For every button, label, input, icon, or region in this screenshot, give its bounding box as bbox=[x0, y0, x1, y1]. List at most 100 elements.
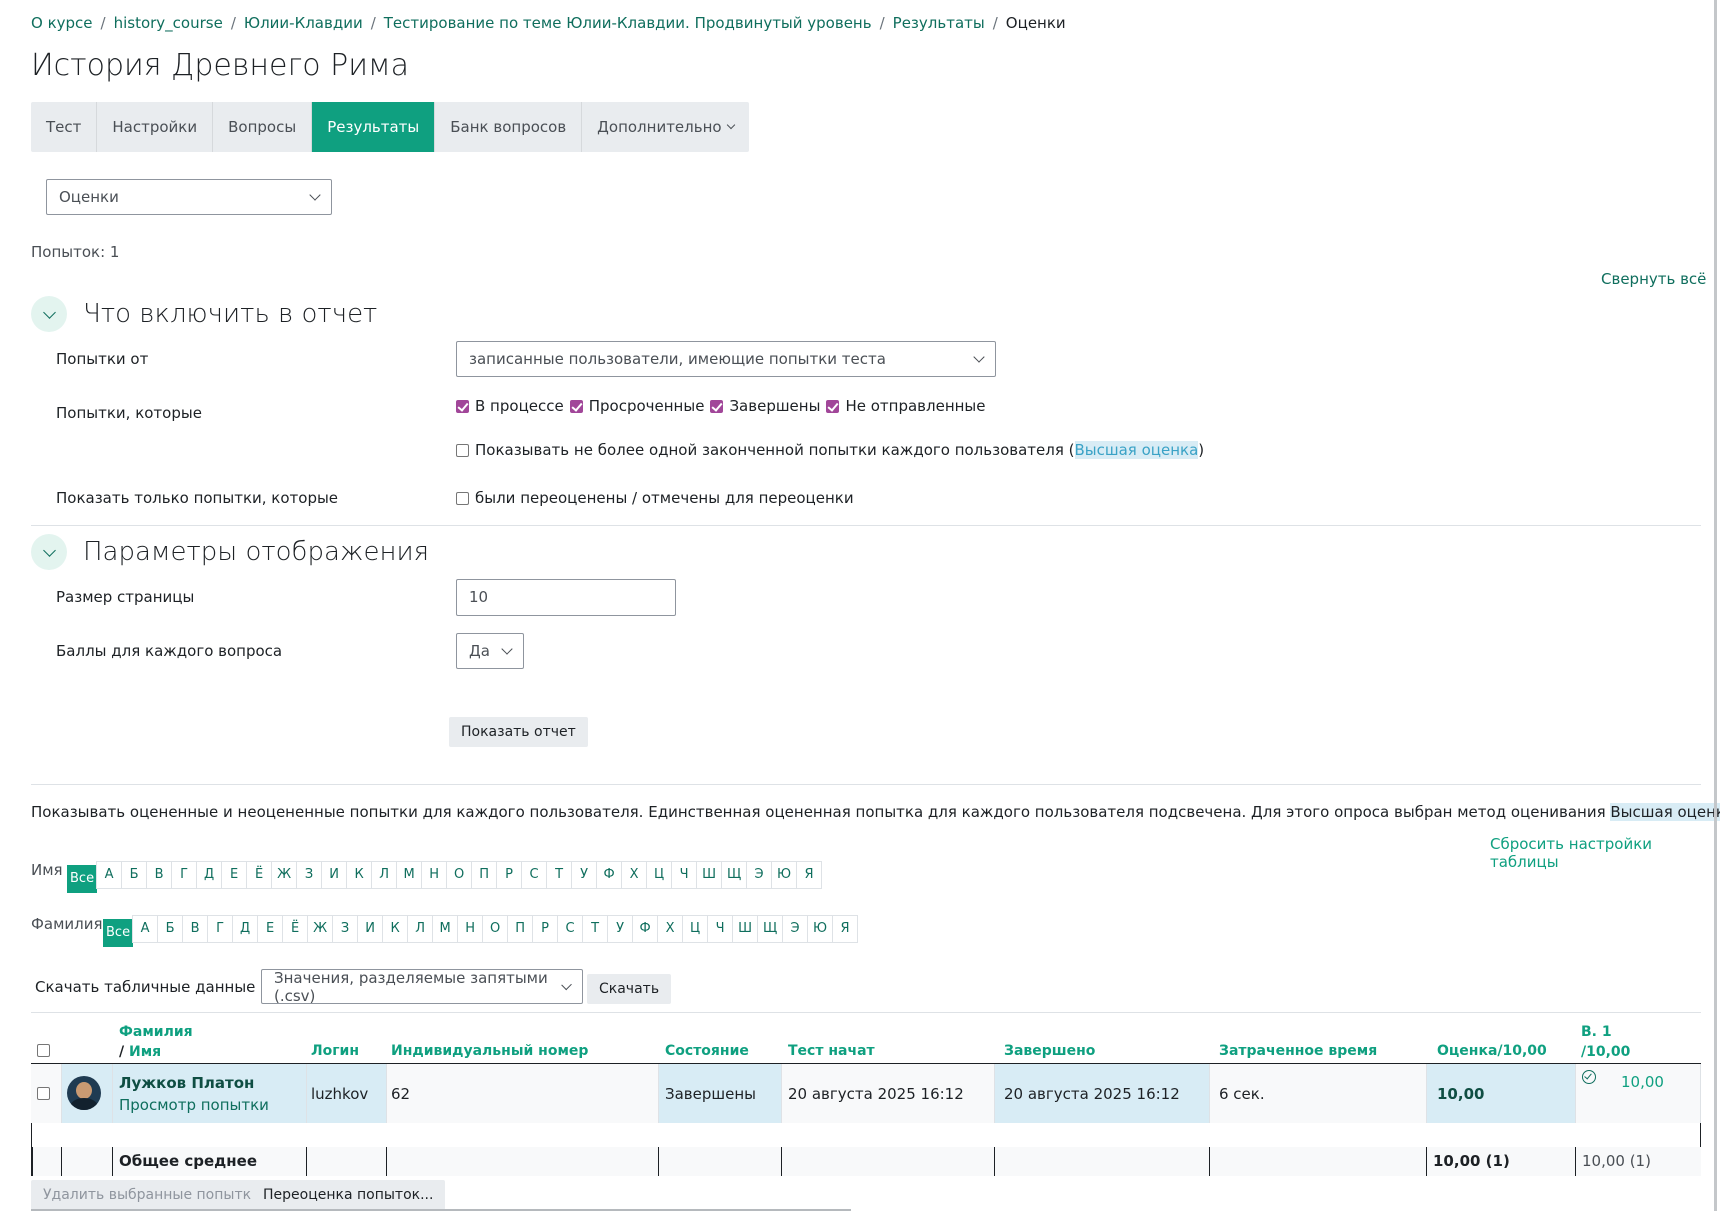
report-type-select[interactable]: Оценки bbox=[46, 179, 332, 215]
state-abandoned-checkbox[interactable] bbox=[826, 399, 840, 413]
lastname-initial-all[interactable]: Все bbox=[103, 919, 134, 947]
review-attempt-link[interactable]: Просмотр попытки bbox=[119, 1096, 269, 1114]
firstname-initial-letter[interactable]: А bbox=[96, 861, 123, 889]
lastname-initial-letter[interactable]: Б bbox=[157, 915, 184, 943]
section-include-header[interactable]: Что включить в отчет bbox=[31, 296, 377, 332]
header-duration[interactable]: Затраченное время bbox=[1219, 1043, 1377, 1059]
header-question-1[interactable]: В. 1 /10,00 bbox=[1581, 1022, 1630, 1062]
breadcrumb-history-course[interactable]: history_course bbox=[114, 14, 223, 32]
lastname-initial-letter[interactable]: Ф bbox=[632, 915, 659, 943]
lastname-initial-letter[interactable]: Ё bbox=[282, 915, 309, 943]
firstname-initial-letter[interactable]: З bbox=[296, 861, 323, 889]
header-state[interactable]: Состояние bbox=[665, 1043, 749, 1059]
firstname-initial-letter[interactable]: Ч bbox=[671, 861, 698, 889]
lastname-initial-letter[interactable]: А bbox=[132, 915, 159, 943]
lastname-initial-letter[interactable]: Ж bbox=[307, 915, 334, 943]
grading-info-method[interactable]: Высшая оценка bbox=[1610, 803, 1720, 821]
firstname-initial-letter[interactable]: И bbox=[321, 861, 348, 889]
firstname-initial-letter[interactable]: Т bbox=[546, 861, 573, 889]
lastname-initial-letter[interactable]: М bbox=[432, 915, 459, 943]
firstname-initial-letter[interactable]: Е bbox=[221, 861, 248, 889]
firstname-initial-all[interactable]: Все bbox=[67, 865, 98, 893]
delete-selected-button[interactable]: Удалить выбранные попытки bbox=[31, 1180, 273, 1210]
breadcrumb-course[interactable]: О курсе bbox=[31, 14, 93, 32]
collapse-all-link[interactable]: Свернуть всё bbox=[1601, 270, 1706, 288]
lastname-initial-letter[interactable]: Щ bbox=[757, 915, 784, 943]
lastname-initial-letter[interactable]: Я bbox=[832, 915, 859, 943]
lastname-initial-letter[interactable]: Ю bbox=[807, 915, 834, 943]
lastname-initial-letter[interactable]: Э bbox=[782, 915, 809, 943]
section-toggle[interactable] bbox=[31, 296, 67, 332]
breadcrumb-results[interactable]: Результаты bbox=[893, 14, 985, 32]
lastname-initial-letter[interactable]: П bbox=[507, 915, 534, 943]
tab-settings[interactable]: Настройки bbox=[97, 102, 214, 152]
vertical-scrollbar[interactable] bbox=[1714, 0, 1717, 1211]
firstname-initial-letter[interactable]: Г bbox=[171, 861, 198, 889]
firstname-initial-letter[interactable]: Р bbox=[496, 861, 523, 889]
lastname-initial-letter[interactable]: К bbox=[382, 915, 409, 943]
firstname-initial-letter[interactable]: М bbox=[396, 861, 423, 889]
lastname-initial-letter[interactable]: Т bbox=[582, 915, 609, 943]
firstname-initial-letter[interactable]: Ё bbox=[246, 861, 273, 889]
firstname-initial-letter[interactable]: Э bbox=[746, 861, 773, 889]
header-grade[interactable]: Оценка/10,00 bbox=[1437, 1043, 1547, 1059]
lastname-initial-letter[interactable]: Е bbox=[257, 915, 284, 943]
firstname-initial-letter[interactable]: Н bbox=[421, 861, 448, 889]
firstname-initial-letter[interactable]: Ю bbox=[771, 861, 798, 889]
firstname-initial-letter[interactable]: Д bbox=[196, 861, 223, 889]
one-attempt-checkbox[interactable] bbox=[456, 443, 469, 457]
firstname-initial-letter[interactable]: Я bbox=[796, 861, 823, 889]
select-all-checkbox[interactable] bbox=[37, 1044, 50, 1057]
lastname-initial-letter[interactable]: Д bbox=[232, 915, 259, 943]
firstname-initial-letter[interactable]: Б bbox=[121, 861, 148, 889]
tab-results[interactable]: Результаты bbox=[312, 102, 436, 152]
lastname-initial-letter[interactable]: И bbox=[357, 915, 384, 943]
header-login[interactable]: Логин bbox=[311, 1043, 359, 1059]
header-idnumber[interactable]: Индивидуальный номер bbox=[391, 1043, 588, 1059]
firstname-initial-letter[interactable]: У bbox=[571, 861, 598, 889]
firstname-initial-letter[interactable]: П bbox=[471, 861, 498, 889]
grading-method-link[interactable]: Высшая оценка bbox=[1074, 441, 1199, 459]
lastname-initial-letter[interactable]: Л bbox=[407, 915, 434, 943]
lastname-initial-letter[interactable]: Ц bbox=[682, 915, 709, 943]
show-report-button[interactable]: Показать отчет bbox=[449, 717, 588, 747]
reset-table-link[interactable]: Сбросить настройки таблицы bbox=[1490, 835, 1720, 871]
firstname-initial-letter[interactable]: Х bbox=[621, 861, 648, 889]
row-select-checkbox[interactable] bbox=[37, 1087, 50, 1100]
download-format-select[interactable]: Значения, разделяемые запятыми (.csv) bbox=[261, 969, 583, 1005]
firstname-initial-letter[interactable]: Ц bbox=[646, 861, 673, 889]
breadcrumb-section[interactable]: Юлии-Клавдии bbox=[244, 14, 363, 32]
tab-more[interactable]: Дополнительно bbox=[582, 102, 748, 152]
lastname-initial-letter[interactable]: З bbox=[332, 915, 359, 943]
tab-questions[interactable]: Вопросы bbox=[213, 102, 313, 152]
lastname-initial-letter[interactable]: У bbox=[607, 915, 634, 943]
header-name-link[interactable]: Имя bbox=[129, 1044, 161, 1060]
firstname-initial-letter[interactable]: Ф bbox=[596, 861, 623, 889]
firstname-initial-letter[interactable]: Ш bbox=[696, 861, 723, 889]
lastname-initial-letter[interactable]: Н bbox=[457, 915, 484, 943]
lastname-initial-letter[interactable]: О bbox=[482, 915, 509, 943]
header-finished[interactable]: Завершено bbox=[1004, 1043, 1095, 1059]
lastname-initial-letter[interactable]: Ш bbox=[732, 915, 759, 943]
section-display-header[interactable]: Параметры отображения bbox=[31, 534, 429, 570]
lastname-initial-letter[interactable]: Р bbox=[532, 915, 559, 943]
breadcrumb-quiz[interactable]: Тестирование по теме Юлии-Клавдии. Продв… bbox=[384, 14, 872, 32]
firstname-initial-letter[interactable]: Л bbox=[371, 861, 398, 889]
lastname-initial-letter[interactable]: Г bbox=[207, 915, 234, 943]
user-fullname-link[interactable]: Лужков Платон bbox=[119, 1074, 254, 1092]
state-finished-checkbox[interactable] bbox=[710, 399, 724, 413]
firstname-initial-letter[interactable]: Щ bbox=[721, 861, 748, 889]
header-surname-link[interactable]: Фамилия bbox=[119, 1024, 193, 1040]
firstname-initial-letter[interactable]: В bbox=[146, 861, 173, 889]
avatar[interactable] bbox=[67, 1076, 101, 1110]
regrade-attempts-button[interactable]: Переоценка попыток... bbox=[251, 1180, 446, 1210]
tab-quiz[interactable]: Тест bbox=[31, 102, 98, 152]
firstname-initial-letter[interactable]: К bbox=[346, 861, 373, 889]
section-toggle[interactable] bbox=[31, 534, 67, 570]
state-inprogress-checkbox[interactable] bbox=[456, 399, 469, 413]
lastname-initial-letter[interactable]: Х bbox=[657, 915, 684, 943]
firstname-initial-letter[interactable]: С bbox=[521, 861, 548, 889]
header-started[interactable]: Тест начат bbox=[788, 1043, 875, 1059]
firstname-initial-letter[interactable]: Ж bbox=[271, 861, 298, 889]
firstname-initial-letter[interactable]: О bbox=[446, 861, 473, 889]
